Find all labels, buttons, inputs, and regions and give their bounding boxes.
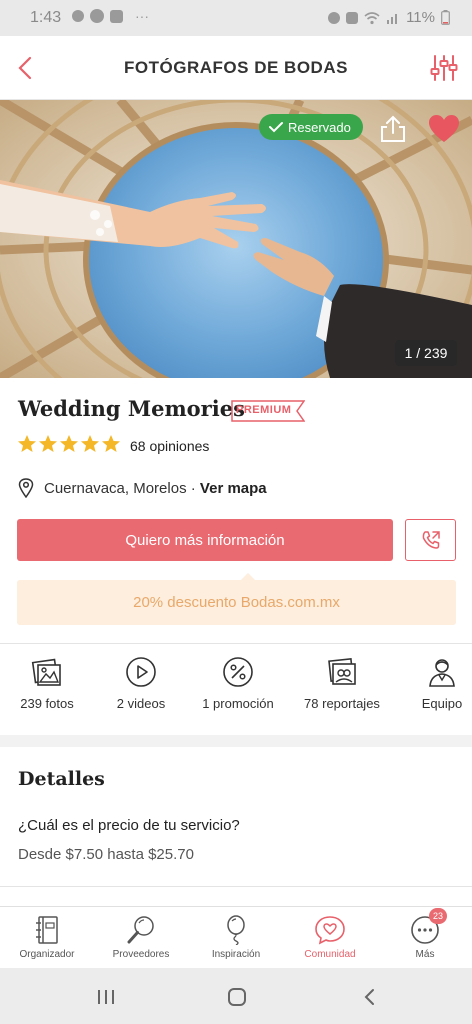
reviews-count[interactable]: 68 opiniones: [130, 438, 209, 454]
system-navigation-bar: [0, 968, 472, 1024]
nav-vendors[interactable]: Proveedores: [94, 915, 188, 960]
nav-community[interactable]: Comunidad: [283, 915, 377, 960]
status-bar: 1:43 ··· 11%: [0, 0, 472, 36]
albums-icon: [328, 658, 356, 685]
phone-icon: [422, 531, 440, 549]
search-icon: [127, 916, 154, 944]
premium-badge-label: PREMIUM: [236, 404, 292, 416]
premium-badge: PREMIUM: [231, 400, 305, 422]
reserved-badge: Reservado: [259, 114, 363, 140]
nav-organizer-label: Organizador: [19, 949, 75, 960]
call-button[interactable]: [405, 519, 456, 561]
app-header: FOTÓGRAFOS DE BODAS: [0, 36, 472, 100]
divider: [0, 886, 472, 887]
nav-inspiration-label: Inspiración: [211, 949, 261, 960]
stat-team[interactable]: Equipo: [396, 656, 472, 711]
nav-vendors-label: Proveedores: [112, 949, 170, 960]
star-icon: [60, 435, 78, 452]
view-map-link[interactable]: Ver mapa: [200, 480, 267, 497]
stat-videos-label: 2 videos: [116, 696, 166, 711]
vendor-name: Wedding Memories: [18, 396, 245, 421]
notification-icons: ···: [72, 8, 149, 24]
battery-icon: [441, 10, 450, 25]
play-icon: [126, 657, 156, 687]
status-time: 1:43: [30, 9, 62, 26]
stat-videos[interactable]: 2 videos: [95, 656, 187, 711]
bottom-navigation: Organizador Proveedores Inspiración Comu…: [0, 906, 472, 968]
notification-badge: 23: [429, 908, 447, 924]
stat-reports-label: 78 reportajes: [304, 696, 380, 711]
stat-promotions[interactable]: 1 promoción: [192, 656, 284, 711]
wifi-icon: [364, 11, 380, 24]
reserved-badge-label: Reservado: [288, 119, 351, 135]
more-notifications-icon: ···: [135, 8, 149, 24]
whatsapp-icon: [90, 9, 104, 23]
section-separator: [0, 735, 472, 747]
divider: [0, 643, 472, 644]
stat-photos[interactable]: 239 fotos: [1, 656, 93, 711]
heart-icon[interactable]: [428, 114, 460, 144]
star-icon: [81, 435, 99, 452]
nav-more[interactable]: Más: [378, 915, 472, 960]
team-icon: [429, 659, 455, 687]
notebook-icon: [36, 916, 58, 944]
page-title: FOTÓGRAFOS DE BODAS: [124, 58, 348, 77]
photos-icon: [31, 658, 61, 686]
facebook-icon: [110, 9, 123, 23]
mute-icon: [346, 11, 359, 24]
nav-community-label: Comunidad: [304, 949, 356, 960]
price-answer: Desde $7.50 hasta $25.70: [18, 846, 194, 863]
home-icon[interactable]: [227, 988, 247, 1006]
stat-team-label: Equipo: [421, 696, 463, 711]
alarm-clock-icon: [328, 11, 341, 24]
discount-banner[interactable]: 20% descuento Bodas.com.mx: [17, 580, 456, 625]
stat-reports[interactable]: 78 reportajes: [296, 656, 388, 711]
nav-organizer[interactable]: Organizador: [0, 915, 94, 960]
percent-icon: [223, 657, 253, 687]
location-text: Cuernavaca, Morelos: [44, 479, 187, 497]
request-info-button[interactable]: Quiero más información: [17, 519, 393, 561]
signal-icon: [387, 13, 398, 24]
rating-stars: [17, 434, 121, 454]
star-icon: [102, 435, 120, 452]
nav-inspiration[interactable]: Inspiración: [189, 915, 283, 960]
chat-heart-icon: [315, 916, 345, 945]
nav-more-label: Más: [415, 949, 435, 960]
stat-promotions-label: 1 promoción: [202, 696, 274, 711]
system-icons: 11%: [328, 9, 450, 26]
location-separator: ·: [186, 479, 200, 497]
back-icon[interactable]: [362, 988, 378, 1006]
balloon-icon: [227, 915, 245, 945]
details-title: Detalles: [18, 768, 105, 790]
star-icon: [39, 435, 57, 452]
sliders-icon[interactable]: [428, 52, 460, 84]
location-pin-icon: [18, 478, 34, 498]
battery-level: 11%: [406, 9, 435, 26]
stat-photos-label: 239 fotos: [20, 696, 74, 711]
check-icon: [269, 122, 283, 133]
recent-apps-icon[interactable]: [96, 988, 116, 1006]
alarm-icon: [72, 10, 84, 22]
location-row: Cuernavaca, Morelos · Ver mapa: [18, 478, 267, 498]
star-icon: [18, 435, 36, 452]
share-icon[interactable]: [378, 114, 408, 144]
photo-counter: 1 / 239: [395, 340, 457, 366]
price-question: ¿Cuál es el precio de tu servicio?: [18, 817, 240, 834]
